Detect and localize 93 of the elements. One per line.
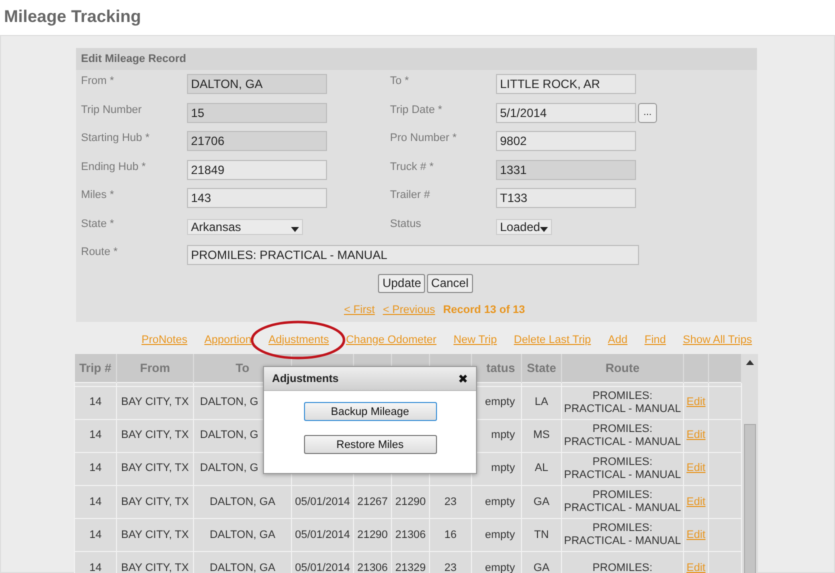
table-cell: PROMILES: PRACTICAL - MANUAL [564,390,681,415]
field-label: Starting Hub * [81,131,150,146]
caret-icon [291,226,299,232]
field-label: Pro Number * [390,131,458,146]
table-cell: 21290 [395,496,426,508]
cancel-button[interactable]: Cancel [427,274,473,292]
table-cell: 21306 [395,528,426,541]
input-field[interactable]: 143 [187,188,327,208]
input-field[interactable]: 5/1/2014 [496,102,636,123]
table-cell: 21290 [357,528,388,541]
table-cell: 21329 [395,562,426,573]
table-cell: BAY CITY, TX [121,396,189,408]
field-label: Route * [81,245,119,260]
input-field[interactable]: 1331 [496,160,636,180]
table-cell: 14 [89,429,102,442]
table-cell: PROMILES: PRACTICAL - MANUAL [564,422,681,448]
table-cell: PROMILES: [592,562,652,573]
scroll-thumb[interactable] [744,424,756,573]
table-cell: empty [485,496,515,508]
table-cell: GA [534,496,550,508]
input-field[interactable]: 15 [187,102,327,123]
table-cell: 23 [444,496,457,508]
field-label: Trip Date * [390,102,444,118]
table-cell: 05/01/2014 [294,528,350,541]
table-cell: 21306 [357,562,388,573]
table-cell: 14 [89,462,102,474]
table-cell: DALTON, G [200,462,258,474]
table-cell: DALTON, GA [210,562,276,573]
table-cell: empty [485,396,515,408]
column-header: From [116,354,194,382]
field-label: Status [390,216,422,232]
column-header: Route [562,354,684,382]
field-label: Trip Number [81,102,143,118]
table-cell: GA [534,562,550,573]
table-cell: mpty [491,462,515,474]
dropdown[interactable]: Loaded [496,218,552,235]
column-header: Trip # [74,354,116,382]
field-label: Truck # * [390,160,435,174]
table-cell: TN [534,528,549,541]
table-cell: 05/01/2014 [294,496,350,508]
close-button[interactable]: ✖ [458,372,468,386]
input-field[interactable]: 9802 [496,131,636,152]
table-cell: 23 [444,562,457,573]
field-label: Trailer # [390,188,431,203]
dropdown[interactable]: Arkansas [187,218,303,235]
table-cell: PROMILES: PRACTICAL - MANUAL [564,489,681,514]
input-field[interactable]: T133 [496,188,636,208]
update-button[interactable]: Update [378,274,426,292]
field-label: State * [81,216,116,232]
field-label: To * [390,74,410,89]
date-picker-button[interactable]: ... [638,102,657,123]
column-header: tatus [472,354,522,382]
table-cell: DALTON, G [200,429,258,442]
page-title: Mileage Tracking [3,6,142,28]
field-label: Ending Hub * [81,160,147,174]
field-label: From * [81,74,115,89]
table-cell: MS [533,429,550,442]
caret-icon [540,226,548,232]
table-cell: BAY CITY, TX [121,562,189,573]
record-count: Record 13 of 13 [443,304,526,318]
table-cell: BAY CITY, TX [121,462,189,474]
table-cell: DALTON, G [200,396,258,408]
table-cell: BAY CITY, TX [121,496,189,508]
backup-mileage-button[interactable]: Backup Mileage [304,402,436,421]
scrollbar[interactable] [742,354,758,573]
input-field[interactable]: 21849 [187,160,327,180]
table-cell: PROMILES: PRACTICAL - MANUAL [564,522,681,548]
table-cell: 14 [89,396,102,408]
table-cell: BAY CITY, TX [121,429,189,442]
scroll-up-icon[interactable] [746,360,754,364]
table-cell: 21267 [357,496,388,508]
field-label: Miles * [81,188,116,203]
table-cell: 14 [89,496,102,508]
restore-miles-button[interactable]: Restore Miles [304,435,436,454]
table-cell: LA [534,396,548,408]
table-cell: empty [485,528,515,541]
input-field[interactable]: DALTON, GA [187,74,327,94]
table-cell: BAY CITY, TX [121,528,189,541]
table-cell: AL [534,462,548,474]
table-cell: empty [485,562,515,573]
table-cell: 16 [444,528,457,541]
table-cell: PROMILES: PRACTICAL - MANUAL [564,456,681,481]
input-field[interactable]: LITTLE ROCK, AR [496,74,636,94]
form-title: Edit Mileage Record [76,48,757,70]
table-cell: 14 [89,562,102,573]
column-header: State [522,354,562,382]
input-field[interactable]: 21706 [187,131,327,152]
input-field[interactable]: PROMILES: PRACTICAL - MANUAL [187,245,639,266]
table-cell: 05/01/2014 [294,562,350,573]
table-cell: 14 [89,528,102,541]
table-cell: DALTON, GA [210,528,276,541]
table-cell: mpty [491,429,515,442]
table-cell: DALTON, GA [210,496,276,508]
